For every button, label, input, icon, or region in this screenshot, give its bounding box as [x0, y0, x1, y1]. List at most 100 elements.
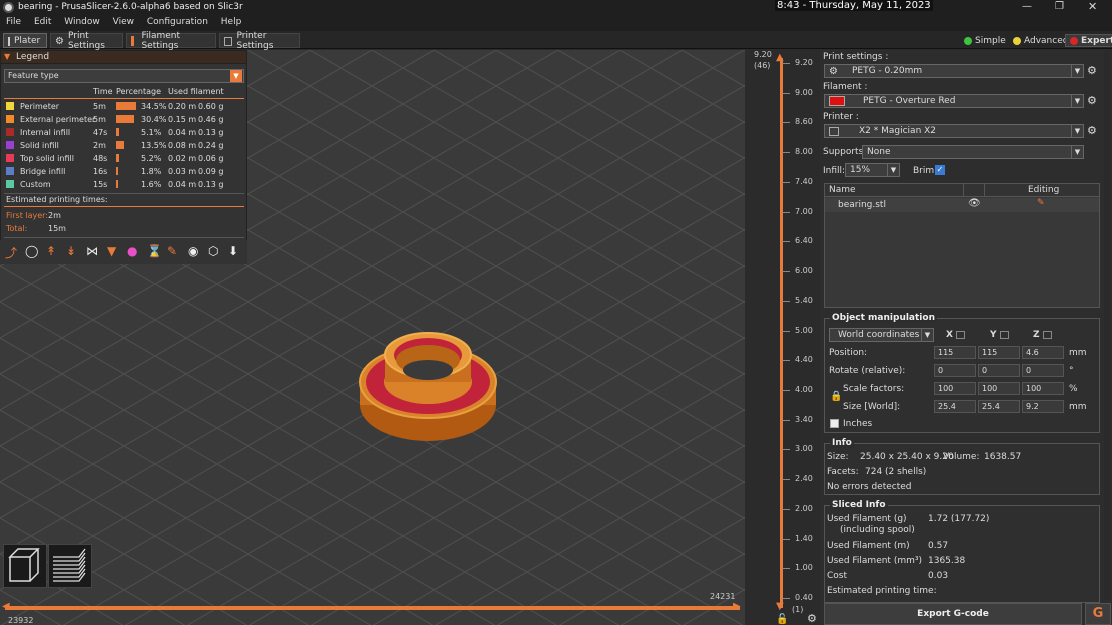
wipe-icon[interactable]: ◯	[25, 244, 38, 258]
menu-help[interactable]: Help	[216, 16, 247, 28]
z-drop-icon[interactable]	[1043, 331, 1052, 339]
menu-window[interactable]: Window	[59, 16, 105, 28]
position-x[interactable]: 115	[934, 346, 976, 359]
gear-icon: ⚙	[829, 65, 838, 77]
vslider-tickmark	[782, 271, 790, 273]
close-icon[interactable]: ✕	[1088, 0, 1097, 13]
menu-view[interactable]: View	[108, 16, 139, 28]
legend-row[interactable]: Custom 15s 1.6% 0.04 m 0.13 g	[1, 179, 248, 192]
vslider-tickmark	[782, 241, 790, 243]
center-of-gravity-icon[interactable]: ◉	[188, 244, 198, 258]
vslider-tickmark	[782, 449, 790, 451]
eye-icon[interactable]: 👁	[968, 198, 981, 209]
sidebar-scrollbar[interactable]	[1104, 50, 1110, 600]
legend-row[interactable]: Solid infill 2m 13.5% 0.08 m 0.24 g	[1, 140, 248, 153]
seams-icon[interactable]: ⋈	[86, 244, 98, 258]
inches-checkbox[interactable]	[830, 419, 839, 428]
size-x[interactable]: 25.4	[934, 400, 976, 413]
hslider-right-thumb-icon[interactable]: ▶	[733, 601, 741, 612]
mode-advanced[interactable]: Advanced	[1009, 34, 1072, 47]
object-list[interactable]: Name Editing bearing.stl 👁 ✎	[824, 183, 1100, 308]
view-3d-button[interactable]	[3, 544, 47, 588]
tab-bar: Plater ⚙ Print Settings Filament Setting…	[0, 31, 1112, 51]
edit-icon[interactable]: ✎	[1037, 198, 1045, 208]
print-settings-select[interactable]: ⚙ PETG - 0.20mm ▼	[824, 64, 1084, 78]
legend-row[interactable]: External perimeter 5m 30.4% 0.15 m 0.46 g	[1, 114, 248, 127]
vertical-slider-track[interactable]	[780, 58, 783, 608]
printer-select[interactable]: X2 * Magician X2 ▼	[824, 124, 1084, 138]
send-gcode-button[interactable]: G	[1085, 603, 1111, 625]
tab-filament-settings[interactable]: Filament Settings	[126, 31, 216, 51]
scale-z[interactable]: 100	[1022, 382, 1064, 395]
x-drop-icon[interactable]	[956, 331, 965, 339]
vslider-top-thumb-icon[interactable]: ▲	[776, 52, 784, 63]
pause-icon[interactable]: ⌛	[147, 244, 162, 258]
tool-change-icon[interactable]: ▼	[107, 244, 116, 258]
coordinates-select[interactable]: World coordinates ▼	[829, 328, 934, 342]
legend-row[interactable]: Internal infill 47s 5.1% 0.04 m 0.13 g	[1, 127, 248, 140]
mode-simple[interactable]: Simple	[960, 34, 1010, 47]
infill-select[interactable]: 15% ▼	[845, 163, 900, 177]
position-y[interactable]: 115	[978, 346, 1020, 359]
legend-item-m: 0.04 m	[168, 180, 197, 189]
info-facets-value: 724 (2 shells)	[865, 467, 927, 477]
custom-gcode-icon[interactable]: ✎	[167, 244, 177, 258]
travel-icon[interactable]: ⤴	[5, 244, 17, 261]
scale-x[interactable]: 100	[934, 382, 976, 395]
vslider-tick-label: 3.40	[795, 414, 813, 424]
dropdown-arrow-icon: ▼	[230, 70, 242, 82]
rotate-z[interactable]: 0	[1022, 364, 1064, 377]
export-gcode-button[interactable]: Export G-code	[824, 603, 1082, 625]
print-settings-edit-icon[interactable]: ⚙	[1087, 64, 1097, 77]
supports-select[interactable]: None ▼	[862, 145, 1084, 159]
size-y[interactable]: 25.4	[978, 400, 1020, 413]
legend-item-pct: 34.5%	[141, 102, 167, 111]
rotate-x[interactable]: 0	[934, 364, 976, 377]
filament-select[interactable]: PETG - Overture Red ▼	[824, 94, 1084, 108]
maximize-icon[interactable]: ❐	[1055, 1, 1064, 12]
legend-divider-3	[4, 237, 244, 238]
y-drop-icon[interactable]	[1000, 331, 1009, 339]
mode-simple-label: Simple	[975, 35, 1006, 46]
printer-value: X2 * Magician X2	[859, 126, 937, 136]
legend-row[interactable]: Top solid infill 48s 5.2% 0.02 m 0.06 g	[1, 153, 248, 166]
menu-edit[interactable]: Edit	[29, 16, 56, 28]
minimize-icon[interactable]: —	[1022, 1, 1032, 12]
mode-expert[interactable]: Expert	[1065, 34, 1112, 47]
tab-plater[interactable]: Plater	[3, 33, 47, 48]
horizontal-slider[interactable]	[5, 606, 740, 610]
hslider-left-thumb-icon[interactable]: ◀	[2, 601, 10, 612]
shells-icon[interactable]: ⬡	[208, 244, 218, 258]
tab-printer-settings[interactable]: Printer Settings	[219, 31, 300, 51]
color-change-icon[interactable]: ●	[127, 244, 137, 258]
legend-view-type-select[interactable]: Feature type ▼	[4, 69, 244, 83]
object-row[interactable]: bearing.stl 👁 ✎	[825, 198, 1099, 212]
legend-row[interactable]: Bridge infill 16s 1.8% 0.03 m 0.09 g	[1, 166, 248, 179]
chevron-down-icon: ▼	[887, 164, 899, 176]
deretraction-icon[interactable]: ↡	[66, 244, 76, 258]
brim-checkbox[interactable]: ✓	[935, 165, 945, 175]
legend-item-g: 0.13 g	[198, 180, 224, 189]
vslider-tickmark	[782, 300, 790, 302]
3d-viewport[interactable]: ▼ Legend Feature type ▼ Time Percentage …	[0, 50, 745, 625]
settings-cog-icon[interactable]: ⚙	[807, 612, 817, 625]
legend-header[interactable]: ▼ Legend	[1, 51, 246, 64]
size-z[interactable]: 9.2	[1022, 400, 1064, 413]
position-z[interactable]: 4.6	[1022, 346, 1064, 359]
scale-y[interactable]: 100	[978, 382, 1020, 395]
rotate-y[interactable]: 0	[978, 364, 1020, 377]
menu-configuration[interactable]: Configuration	[142, 16, 213, 28]
filament-edit-icon[interactable]: ⚙	[1087, 94, 1097, 107]
retraction-icon[interactable]: ↟	[46, 244, 56, 258]
menu-file[interactable]: File	[1, 16, 26, 28]
view-preview-button[interactable]	[48, 544, 92, 588]
mode-expert-dot-icon	[1070, 36, 1078, 45]
legend-row[interactable]: Perimeter 5m 34.5% 0.20 m 0.60 g	[1, 101, 248, 114]
legend-item-name: Perimeter	[20, 102, 60, 111]
tool-marker-icon[interactable]: ⬇	[228, 244, 238, 258]
vslider-bottom-thumb-icon[interactable]: ▼	[776, 601, 784, 612]
printer-edit-icon[interactable]: ⚙	[1087, 124, 1097, 137]
lock-icon[interactable]: 🔓	[776, 614, 788, 625]
tab-print-settings[interactable]: ⚙ Print Settings	[50, 31, 123, 51]
lock-icon[interactable]: 🔒	[830, 391, 842, 402]
